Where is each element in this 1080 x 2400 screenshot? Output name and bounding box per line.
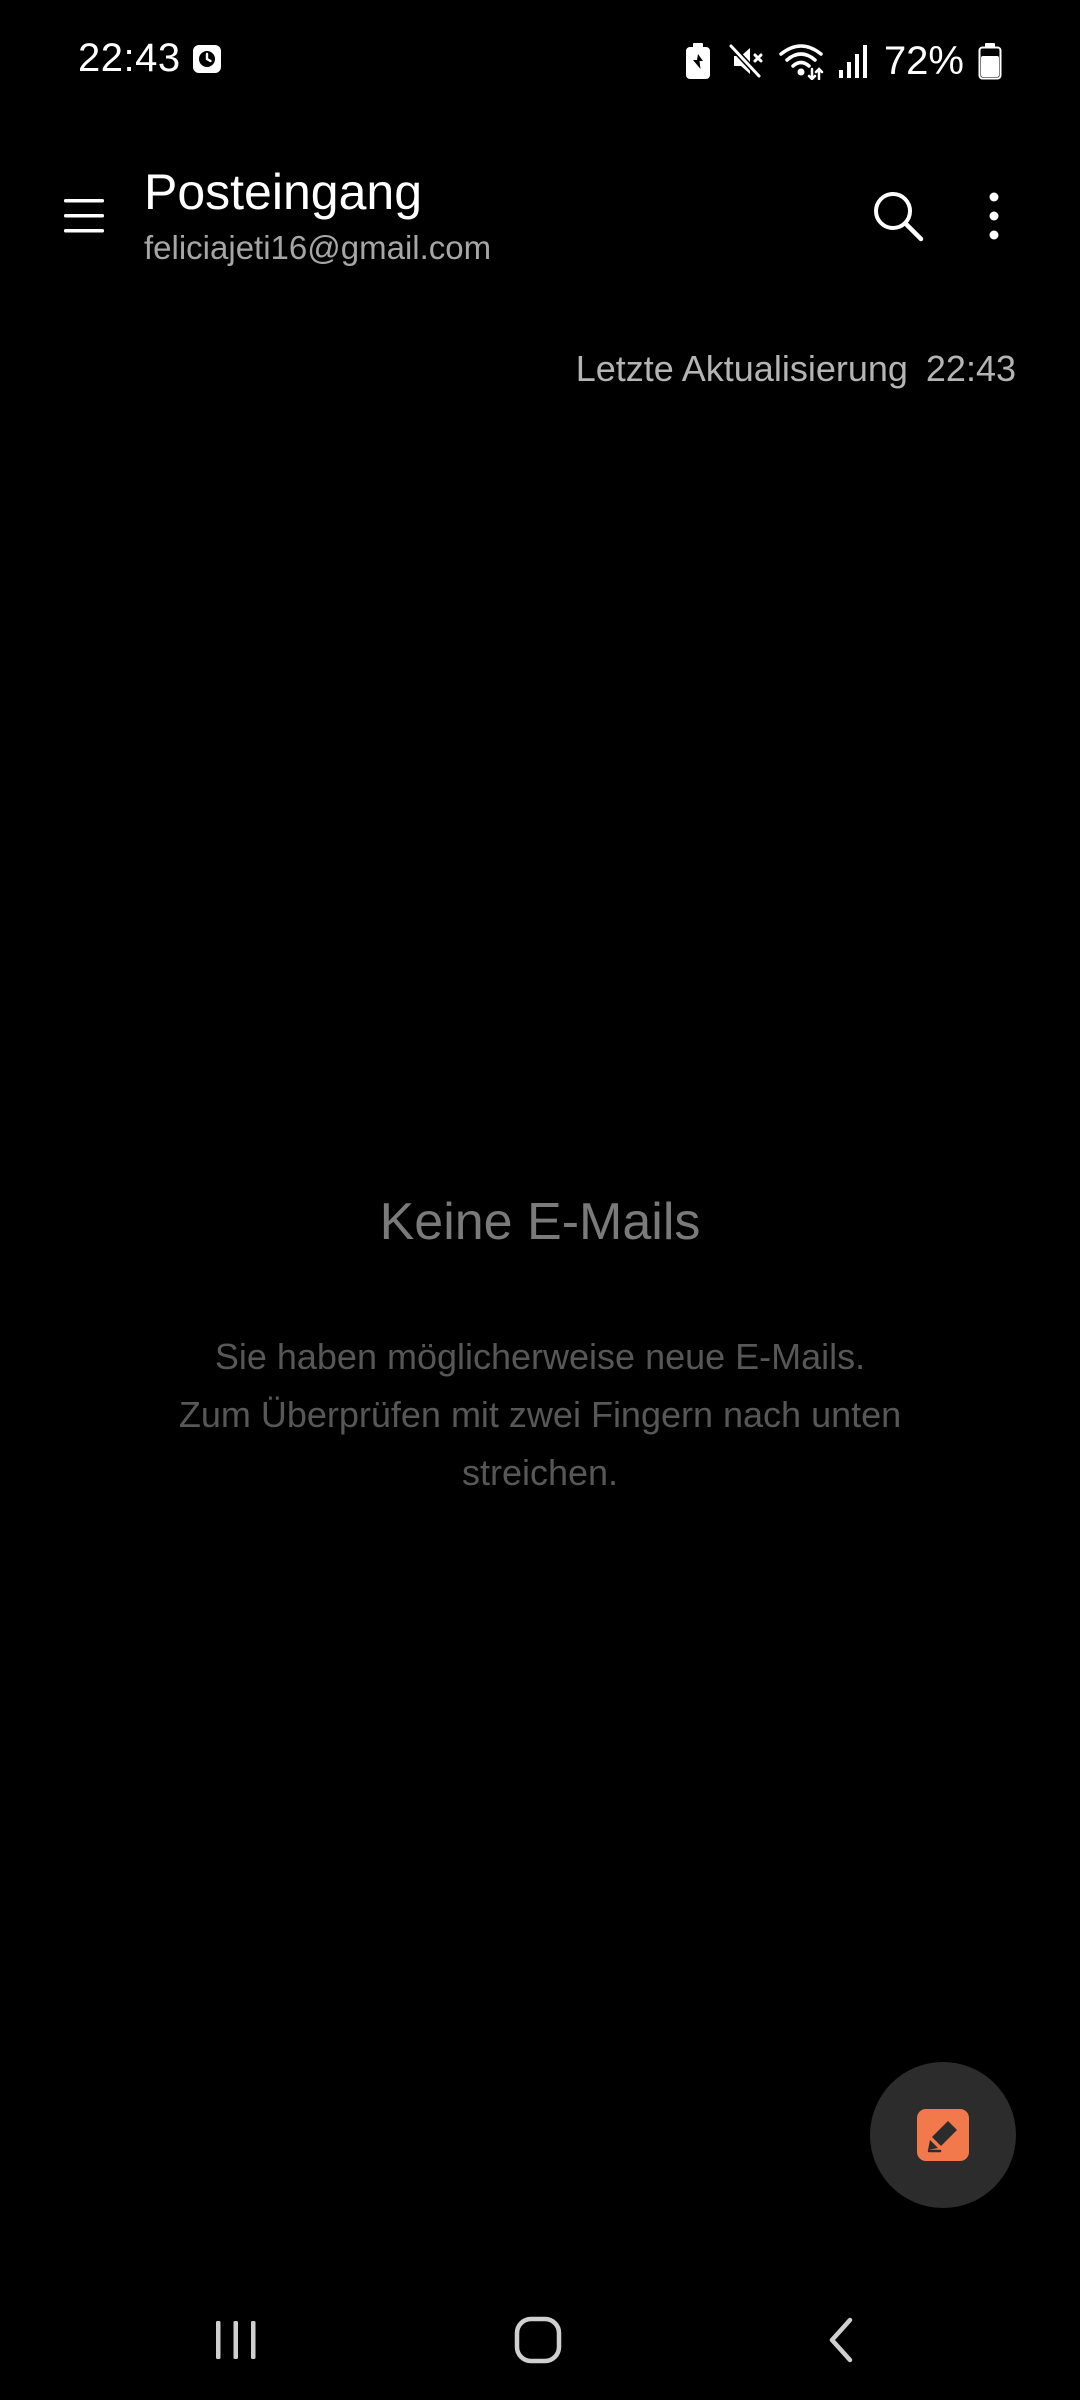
battery-saver-icon	[685, 43, 710, 79]
wifi-icon	[779, 44, 824, 80]
home-icon	[514, 2316, 562, 2364]
app-bar: Posteingang feliciajeti16@gmail.com	[0, 150, 1080, 280]
mute-icon	[728, 43, 763, 79]
empty-message: Sie haben möglicherweise neue E-Mails. Z…	[100, 1328, 980, 1502]
recents-icon	[216, 2321, 256, 2359]
home-button[interactable]	[488, 2300, 588, 2380]
title-block[interactable]: Posteingang feliciajeti16@gmail.com	[144, 162, 491, 270]
status-bar: 22:43 72%	[0, 0, 1080, 120]
page-title: Posteingang	[144, 164, 423, 220]
last-update-label: Letzte Aktualisierung	[575, 348, 908, 389]
more-options-button[interactable]	[958, 180, 1030, 252]
empty-message-line1: Sie haben möglicherweise neue E-Mails.	[214, 1336, 866, 1377]
last-update: Letzte Aktualisierung 22:43	[576, 348, 1016, 390]
compose-button[interactable]	[870, 2062, 1016, 2208]
compose-icon	[917, 2109, 969, 2161]
empty-title: Keine E-Mails	[379, 1193, 701, 1251]
recents-button[interactable]	[186, 2300, 286, 2380]
status-icons: 72%	[684, 38, 1002, 84]
more-vert-icon	[989, 192, 999, 240]
nav-bar	[0, 2280, 1080, 2400]
last-update-time: 22:43	[925, 348, 1016, 389]
menu-button[interactable]	[48, 180, 120, 252]
back-icon	[829, 2317, 853, 2363]
empty-state: Keine E-Mails Sie haben möglicherweise n…	[0, 1190, 1080, 1502]
battery-icon	[978, 43, 1002, 80]
back-button[interactable]	[790, 2300, 890, 2380]
empty-message-line2: Zum Überprüfen mit zwei Fingern nach unt…	[178, 1394, 902, 1493]
menu-icon	[64, 199, 104, 233]
search-button[interactable]	[862, 180, 934, 252]
signal-icon	[838, 45, 867, 78]
clock-icon	[193, 45, 221, 73]
search-icon	[874, 192, 924, 242]
status-time: 22:43	[78, 36, 181, 80]
account-email: feliciajeti16@gmail.com	[144, 229, 492, 266]
battery-percent: 72%	[883, 38, 964, 83]
